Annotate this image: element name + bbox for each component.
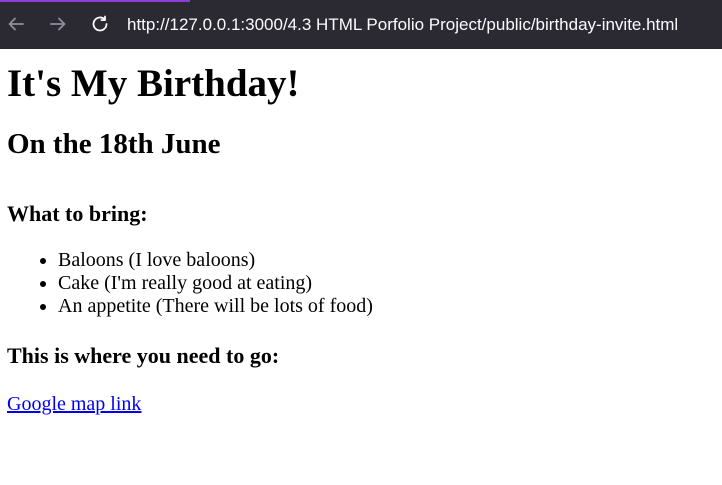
location-heading: This is where you need to go: <box>7 343 280 368</box>
back-button[interactable] <box>5 13 27 35</box>
reload-button[interactable] <box>89 13 111 35</box>
tab-accent-line <box>0 0 190 2</box>
reload-icon <box>90 14 110 34</box>
event-date: On the 18th June <box>7 128 221 160</box>
arrow-left-icon <box>7 15 25 33</box>
address-bar[interactable]: http://127.0.0.1:3000/4.3 HTML Porfolio … <box>127 13 678 37</box>
map-link-paragraph: Google map link <box>7 393 722 416</box>
list-item: Cake (I'm really good at eating) <box>58 272 722 295</box>
forward-button[interactable] <box>47 13 69 35</box>
arrow-right-icon <box>49 15 67 33</box>
page-title: It's My Birthday! <box>7 62 300 105</box>
browser-toolbar: http://127.0.0.1:3000/4.3 HTML Porfolio … <box>0 0 722 49</box>
bring-heading: What to bring: <box>7 201 148 226</box>
list-item: Baloons (I love baloons) <box>58 249 722 272</box>
page-content: It's My Birthday! On the 18th June What … <box>0 61 722 416</box>
list-item: An appetite (There will be lots of food) <box>58 295 722 318</box>
google-map-link[interactable]: Google map link <box>7 393 141 415</box>
bring-list: Baloons (I love baloons) Cake (I'm reall… <box>7 249 722 318</box>
